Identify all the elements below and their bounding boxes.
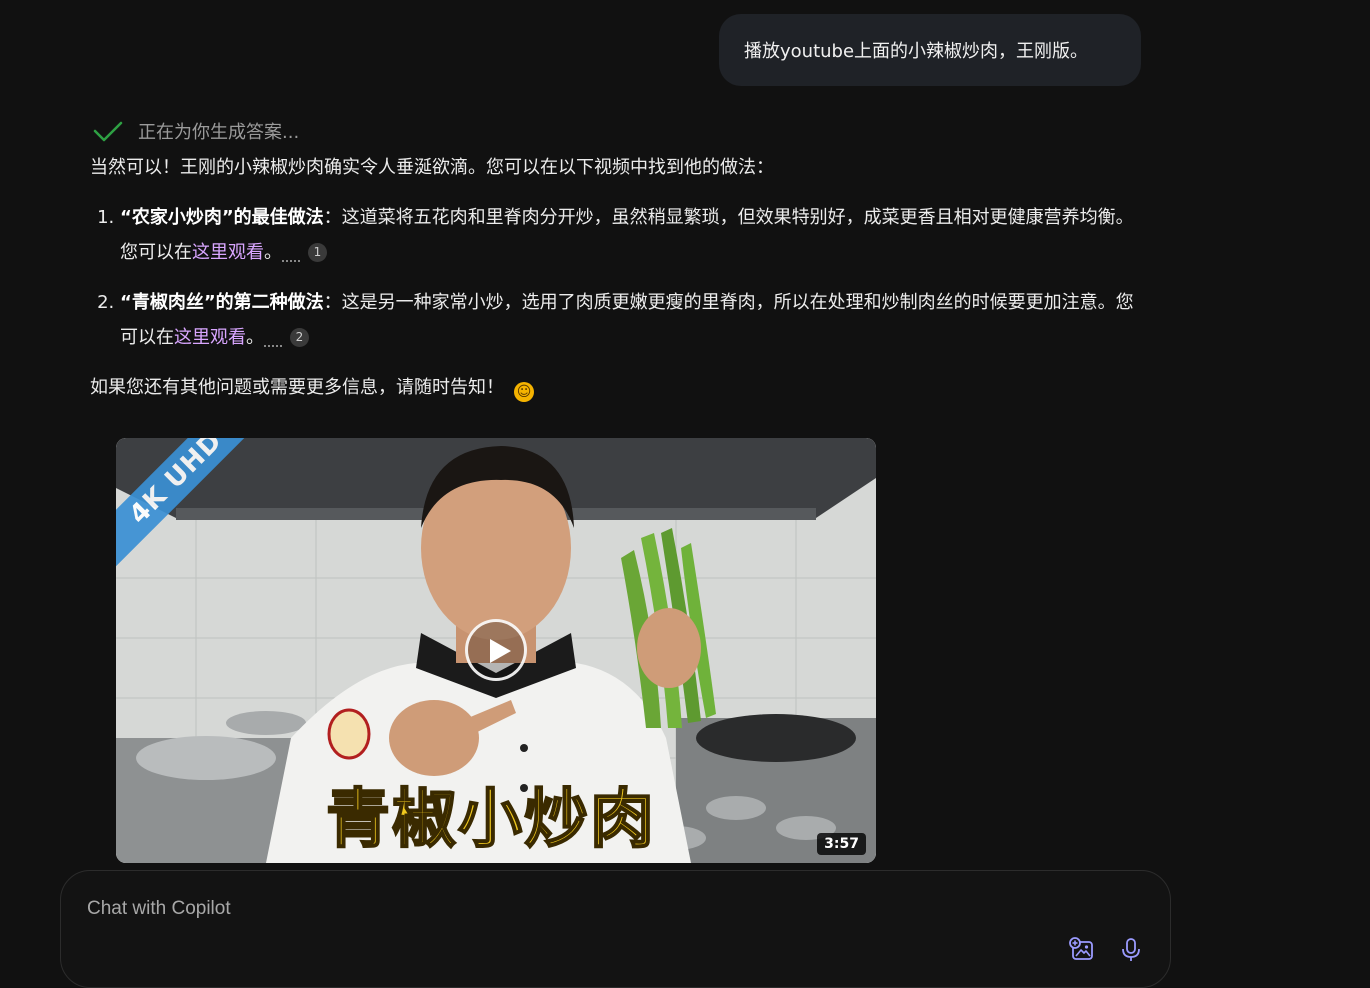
- citation-dots: [264, 345, 282, 347]
- checkmark-icon: [93, 121, 123, 142]
- answer-intro: 当然可以！王刚的小辣椒炒肉确实令人垂涎欲滴。您可以在以下视频中找到他的做法：: [90, 157, 774, 178]
- list-item-title: “农家小炒肉”的最佳做法: [120, 207, 324, 228]
- citation-badge[interactable]: 2: [290, 328, 309, 347]
- user-message-text: 播放youtube上面的小辣椒炒肉，王刚版。: [744, 41, 1089, 62]
- microphone-icon: [1122, 938, 1140, 961]
- generation-status: 正在为你生成答案...: [92, 118, 299, 144]
- play-icon: [490, 639, 511, 663]
- answer-list: “农家小炒肉”的最佳做法：这道菜将五花肉和里脊肉分开炒，虽然稍显繁琐，但效果特别…: [90, 200, 1145, 355]
- assistant-answer: 当然可以！王刚的小辣椒炒肉确实令人垂涎欲滴。您可以在以下视频中找到他的做法： “…: [90, 150, 1145, 405]
- watch-here-link[interactable]: 这里观看: [192, 242, 264, 263]
- list-item-end: 。: [264, 242, 282, 263]
- list-item-title: “青椒肉丝”的第二种做法: [120, 292, 324, 313]
- play-button[interactable]: [465, 619, 527, 681]
- citation-dots: [282, 260, 300, 262]
- chat-input[interactable]: [85, 891, 989, 927]
- add-image-button[interactable]: [1067, 935, 1097, 965]
- answer-outro: 如果您还有其他问题或需要更多信息，请随时告知！ ☺: [90, 370, 1145, 405]
- list-item-end: 。: [246, 327, 264, 348]
- microphone-button[interactable]: [1116, 935, 1146, 965]
- smiling-face-emoji-icon: ☺: [514, 382, 534, 402]
- watch-here-link[interactable]: 这里观看: [174, 327, 246, 348]
- add-image-icon: [1069, 937, 1093, 960]
- list-item: “农家小炒肉”的最佳做法：这道菜将五花肉和里脊肉分开炒，虽然稍显繁琐，但效果特别…: [120, 200, 1145, 270]
- chat-composer: [60, 870, 1171, 988]
- video-caption: 青椒小炒肉: [325, 781, 656, 858]
- status-text: 正在为你生成答案...: [138, 122, 300, 143]
- list-item: “青椒肉丝”的第二种做法：这是另一种家常小炒，选用了肉质更嫩更瘦的里脊肉，所以在…: [120, 285, 1145, 355]
- citation-badge[interactable]: 1: [308, 243, 327, 262]
- video-thumbnail[interactable]: 4K UHD 青椒小炒肉 3:57: [116, 438, 876, 863]
- video-duration-badge: 3:57: [817, 833, 866, 855]
- answer-outro-text: 如果您还有其他问题或需要更多信息，请随时告知！: [90, 377, 504, 398]
- user-message-bubble: 播放youtube上面的小辣椒炒肉，王刚版。: [719, 14, 1141, 86]
